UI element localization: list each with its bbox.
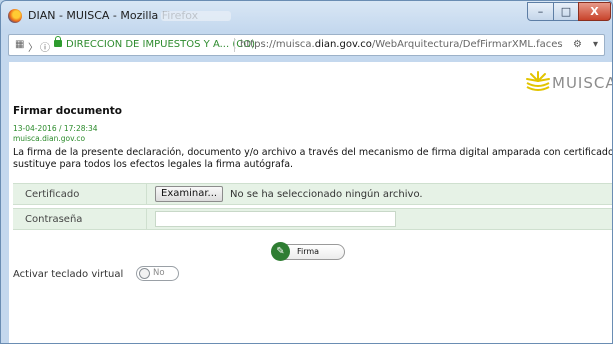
virtual-keyboard-label: Activar teclado virtual: [13, 269, 124, 280]
url-text[interactable]: https://muisca.dian.gov.co/WebArquitectu…: [240, 39, 563, 50]
sign-button-label: Firma: [297, 247, 320, 256]
document-description: La firma de la presente declaración, doc…: [13, 147, 613, 170]
browse-file-button[interactable]: Examinar...: [155, 186, 224, 202]
minimize-button[interactable]: –: [527, 2, 554, 21]
password-row: Contraseña: [13, 208, 612, 230]
address-bar[interactable]: ▦ 〉 ⓘ DIRECCION DE IMPUESTOS Y A... (CO)…: [8, 34, 605, 56]
file-status: No se ha seleccionado ningún archivo.: [230, 189, 423, 200]
blurred-tab-region: [161, 11, 231, 21]
url-divider: [234, 38, 235, 52]
sign-button[interactable]: ✎ Firma: [271, 242, 345, 261]
site-identity[interactable]: DIRECCION DE IMPUESTOS Y A... (CO): [66, 39, 255, 50]
toggle-state: No: [153, 268, 165, 278]
pen-icon: ✎: [271, 242, 290, 261]
certificate-label: Certificado: [25, 189, 80, 200]
page-content: MUISCA Firmar documento 13-04-2016 / 17:…: [9, 62, 613, 343]
certificate-row: Certificado Examinar... No se ha selecci…: [13, 183, 612, 205]
browser-window: DIAN - MUISCA - Mozilla Firefox – □ X ▦ …: [0, 0, 613, 344]
info-icon[interactable]: ⓘ: [40, 39, 50, 54]
extension-icon[interactable]: ⚙: [573, 39, 582, 50]
toggle-knob: [139, 268, 150, 279]
document-date: 13-04-2016 / 17:28:34: [13, 124, 98, 133]
lock-icon: [54, 36, 62, 47]
chevron-right-icon: 〉: [28, 43, 38, 54]
page-title: Firmar documento: [13, 105, 123, 117]
title-bar: DIAN - MUISCA - Mozilla Firefox – □ X: [1, 1, 612, 31]
virtual-keyboard-toggle[interactable]: No: [136, 266, 179, 281]
document-site: muisca.dian.gov.co: [13, 134, 86, 143]
muisca-logo-text: MUISCA: [552, 74, 613, 92]
password-input[interactable]: [155, 211, 396, 227]
maximize-button[interactable]: □: [553, 2, 579, 21]
firefox-icon: [8, 9, 22, 23]
dropdown-arrow-icon[interactable]: ▾: [593, 39, 598, 50]
close-button[interactable]: X: [578, 2, 611, 21]
password-label: Contraseña: [25, 214, 83, 225]
page-icon: ▦: [15, 39, 25, 50]
